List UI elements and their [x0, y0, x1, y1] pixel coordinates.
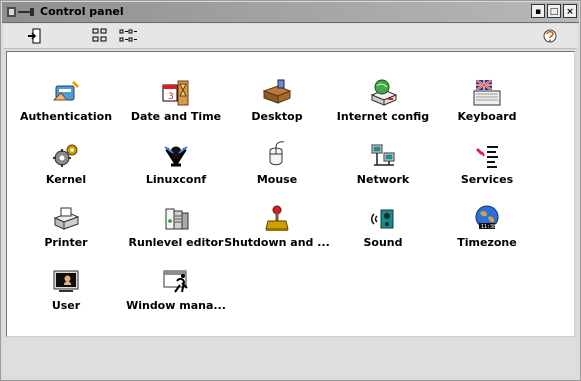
- item-keyboard[interactable]: Keyboard: [432, 64, 542, 124]
- item-label: Window mana...: [126, 299, 226, 312]
- printer-icon: [53, 207, 80, 230]
- item-internet-config[interactable]: Internet config: [328, 64, 438, 124]
- item-kernel[interactable]: Kernel: [11, 127, 121, 187]
- item-label: Keyboard: [457, 110, 517, 123]
- item-runlevel-editor[interactable]: Runlevel editor: [121, 190, 231, 250]
- item-label: Runlevel editor: [128, 236, 224, 249]
- item-shutdown[interactable]: Shutdown and ...: [222, 190, 332, 250]
- shutdown-icon: [265, 205, 289, 231]
- help-button[interactable]: [540, 26, 560, 46]
- item-printer[interactable]: Printer: [11, 190, 121, 250]
- item-label: Sound: [363, 236, 403, 249]
- kernel-icon: [53, 144, 78, 167]
- item-label: Timezone: [457, 236, 517, 249]
- item-date-and-time[interactable]: 3 Date and Time: [121, 64, 231, 124]
- item-label: Date and Time: [130, 110, 222, 123]
- keyboard-icon: [473, 79, 501, 106]
- window-manager-icon: [163, 270, 188, 293]
- item-label: Shutdown and ...: [224, 236, 330, 249]
- linuxconf-icon: [164, 146, 188, 167]
- maximize-button[interactable]: □: [547, 4, 561, 18]
- help-icon: [543, 29, 557, 43]
- large-icons-view-icon: [92, 28, 107, 42]
- large-icons-view-button[interactable]: [90, 26, 110, 46]
- item-label: Linuxconf: [145, 173, 207, 186]
- authentication-icon: [52, 80, 80, 101]
- close-button[interactable]: ×: [563, 4, 577, 18]
- status-bar: [6, 340, 575, 376]
- mouse-icon: [269, 141, 285, 166]
- control-panel-window: Control panel ▪ □ × Authentication 3 Dat…: [0, 0, 581, 381]
- small-icons-view-icon: [119, 29, 137, 42]
- sound-icon: [371, 209, 394, 229]
- toolbar: [4, 24, 577, 49]
- svg-text:11:38: 11:38: [481, 224, 496, 230]
- item-desktop[interactable]: Desktop: [222, 64, 332, 124]
- services-icon: [475, 146, 498, 168]
- icon-view: Authentication 3 Date and Time Desktop I…: [6, 51, 575, 337]
- item-sound[interactable]: Sound: [328, 190, 438, 250]
- timezone-icon: 11:38: [475, 205, 499, 230]
- item-label: User: [51, 299, 81, 312]
- title-bar[interactable]: Control panel ▪ □ ×: [2, 2, 579, 23]
- item-label: Printer: [44, 236, 88, 249]
- item-network[interactable]: Network: [328, 127, 438, 187]
- window-title: Control panel: [40, 5, 124, 18]
- item-window-manager[interactable]: Window mana...: [121, 253, 231, 313]
- item-label: Internet config: [336, 110, 430, 123]
- desktop-icon: [262, 79, 292, 104]
- item-user[interactable]: User: [11, 253, 121, 313]
- date-time-icon: 3: [162, 80, 189, 106]
- small-icons-view-button[interactable]: [118, 26, 138, 46]
- item-mouse[interactable]: Mouse: [222, 127, 332, 187]
- minimize-button[interactable]: ▪: [531, 4, 545, 18]
- item-label: Network: [356, 173, 410, 186]
- item-services[interactable]: Services: [432, 127, 542, 187]
- internet-config-icon: [370, 79, 398, 106]
- runlevel-editor-icon: [165, 208, 189, 230]
- item-label: Desktop: [251, 110, 303, 123]
- item-linuxconf[interactable]: Linuxconf: [121, 127, 231, 187]
- item-label: Mouse: [256, 173, 298, 186]
- item-authentication[interactable]: Authentication: [11, 64, 121, 124]
- user-icon: [53, 270, 79, 292]
- network-icon: [371, 144, 395, 166]
- exit-button[interactable]: [24, 26, 44, 46]
- control-panel-grid: Authentication 3 Date and Time Desktop I…: [7, 52, 574, 336]
- app-icon: [7, 7, 34, 17]
- item-label: Kernel: [45, 173, 87, 186]
- item-timezone[interactable]: 11:38 Timezone: [432, 190, 542, 250]
- item-label: Authentication: [19, 110, 113, 123]
- svg-text:3: 3: [168, 92, 174, 102]
- exit-icon: [28, 28, 41, 44]
- item-label: Services: [460, 173, 514, 186]
